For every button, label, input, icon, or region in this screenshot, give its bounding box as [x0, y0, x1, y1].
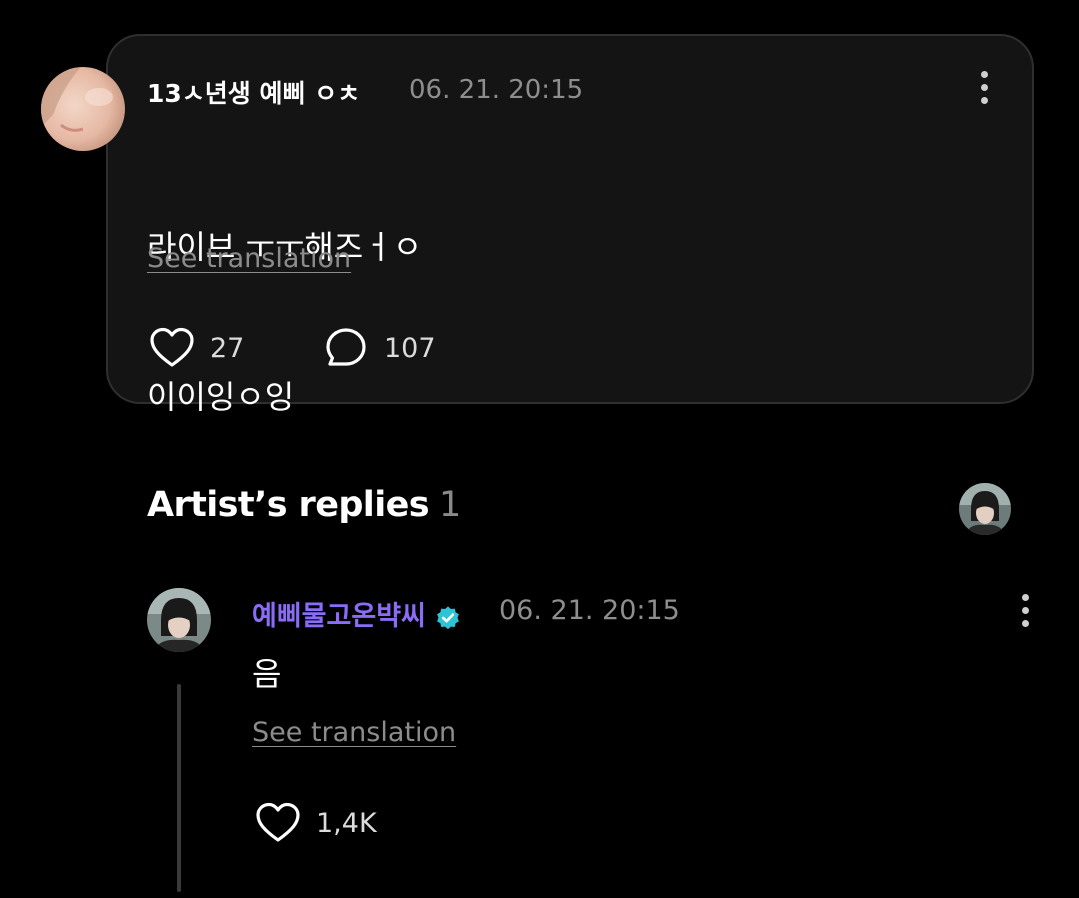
artist-replies-title: Artist’s replies — [147, 485, 430, 525]
comment-bubble-icon — [326, 328, 366, 366]
post-like-button[interactable]: 27 — [148, 324, 244, 372]
reply-more-icon[interactable] — [1013, 591, 1037, 631]
artist-replies-heading: Artist’s replies 1 — [147, 485, 461, 525]
post-body: 라이브 ㅜㅜ해즈ㅓㅇ 이이잉ㅇ잉 — [147, 122, 422, 472]
post-comment-count: 107 — [384, 332, 436, 364]
user-avatar-icon — [41, 67, 125, 151]
post-author-name[interactable]: 13ㅅ년생 예삐 ㅇㅊ — [147, 74, 360, 110]
reply-like-count: 1,4K — [316, 807, 377, 839]
reply-like-button[interactable]: 1,4K — [254, 799, 377, 847]
artist-avatar-icon — [147, 588, 211, 652]
artist-replies-count: 1 — [438, 485, 461, 525]
reply-author-name: 예삐물고온뱍씨 — [252, 601, 426, 632]
reply-author-avatar[interactable] — [147, 588, 211, 652]
reply-author[interactable]: 예삐물고온뱍씨 — [252, 594, 461, 633]
reply-see-translation-link[interactable]: See translation — [252, 717, 456, 748]
post-comment-button[interactable]: 107 — [324, 326, 436, 370]
reply-body: 음 — [252, 655, 282, 693]
heart-icon — [150, 327, 194, 367]
artist-filter-avatar[interactable] — [959, 483, 1011, 535]
verified-badge-icon — [437, 606, 460, 629]
post-more-icon[interactable] — [972, 68, 996, 108]
post-see-translation-link[interactable]: See translation — [147, 243, 351, 274]
artist-avatar-icon — [959, 483, 1011, 535]
reply-thread-line — [177, 684, 181, 892]
post-author-avatar[interactable] — [41, 67, 125, 151]
post-timestamp: 06. 21. 20:15 — [409, 75, 584, 105]
reply-timestamp: 06. 21. 20:15 — [499, 595, 680, 626]
heart-icon — [256, 802, 300, 842]
post-body-line-2: 이이잉ㅇ잉 — [147, 378, 295, 416]
post-like-count: 27 — [210, 332, 245, 364]
